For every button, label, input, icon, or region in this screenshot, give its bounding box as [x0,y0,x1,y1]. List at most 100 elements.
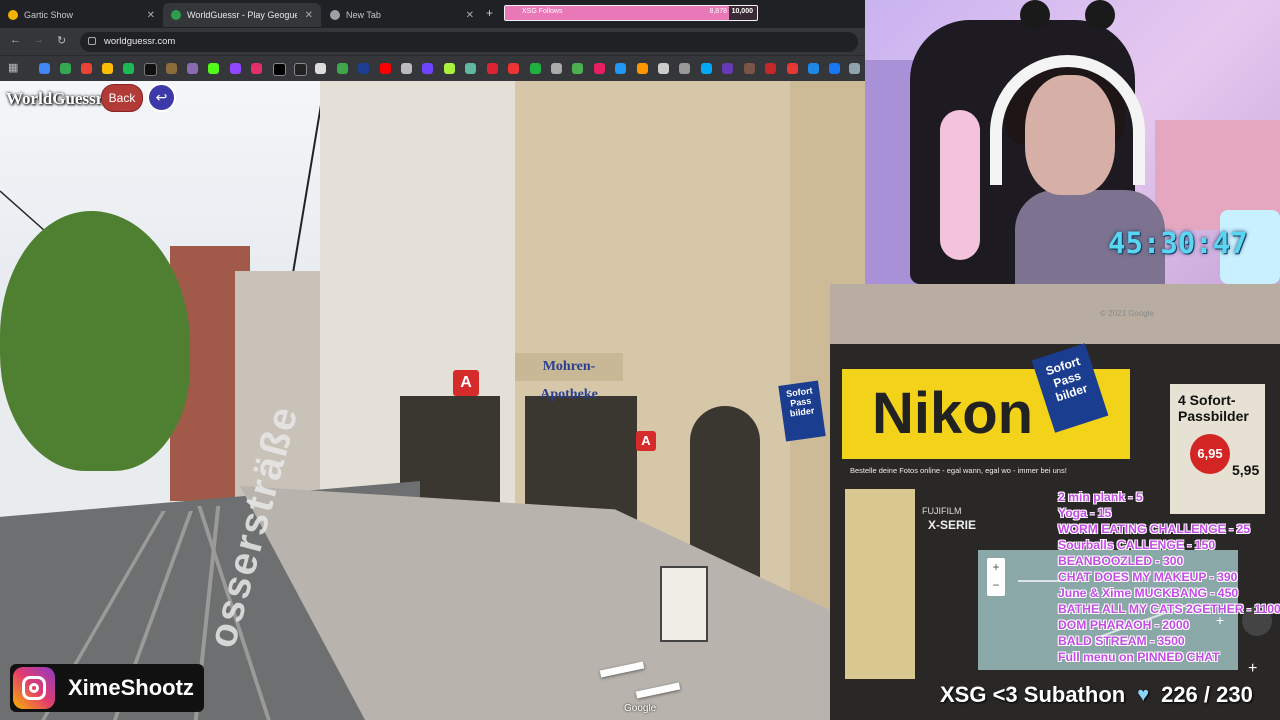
kick-bookmark-icon[interactable] [208,63,219,74]
map-zoom-control[interactable]: + − [987,558,1005,596]
chrome-favicon-icon [330,10,340,20]
tab-worldguessr[interactable]: WorldGuessr - Play Geoguessr F ✕ [163,3,321,27]
bookmark-icon[interactable] [679,63,690,74]
challenge-menu: 2 min plank - 5 Yoga - 15 WORM EATING CH… [1058,489,1280,665]
bookmark-icon[interactable] [572,63,583,74]
bookmark-icon[interactable] [444,63,455,74]
address-bar[interactable]: worldguessr.com [80,32,858,52]
street-view-panorama[interactable]: Mohren-Apotheke A A Sofort Pass bilder o… [0,81,865,720]
bookmark-icon[interactable] [787,63,798,74]
price-badge-2: 5,95 [1232,462,1260,478]
subathon-bar: XSG <3 Subathon ♥ 226 / 230 [940,682,1253,708]
pharmacy-sign: Mohren-Apotheke [515,353,623,402]
bookmark-icon[interactable] [615,63,626,74]
youtube-bookmark-icon[interactable] [380,63,391,74]
bookmark-icon[interactable] [315,63,326,74]
twitch-bookmark-icon[interactable] [230,63,241,74]
bookmark-icon[interactable] [187,63,198,74]
google-watermark: Google [624,703,657,714]
maps-bookmark-icon[interactable] [60,63,71,74]
bookmark-icon[interactable] [422,63,433,74]
menu-item: WORM EATING CHALLENGE - 25 [1058,522,1251,536]
bookmark-icon[interactable] [401,63,412,74]
bookmark-icon[interactable] [337,63,348,74]
cat-ear-right [1085,0,1115,30]
spotify-bookmark-icon[interactable] [123,63,134,74]
bookmark-icon[interactable] [530,63,541,74]
forward-arrow-icon[interactable]: → [33,34,44,46]
copyright-text: © 2023 Google [1100,309,1154,318]
back-arrow-icon[interactable]: ← [10,34,21,46]
store-display-shelf [845,489,915,679]
globe-favicon-icon [171,10,181,20]
bookmark-icon[interactable] [744,63,755,74]
zoom-in-button[interactable]: + [987,558,1005,576]
chair-stripe [940,110,980,260]
apps-grid-icon[interactable]: ▦ [8,61,18,74]
pharmacy-a-icon: A [636,431,656,451]
instagram-bookmark-icon[interactable] [251,63,262,74]
bookmark-icon[interactable] [487,63,498,74]
site-info-icon[interactable] [88,37,96,45]
menu-item: Yoga - 15 [1058,506,1112,520]
fujifilm-label: FUJIFILM [922,506,962,516]
menu-item: BATHE ALL MY CATS 2GETHER - 1100 [1058,602,1280,616]
bookmark-icon[interactable] [508,63,519,74]
tab-title: WorldGuessr - Play Geoguessr F [187,10,297,20]
plus-icon[interactable]: + [486,6,493,20]
follow-goal-target: 10,000 [731,8,753,15]
bookmark-icon[interactable] [465,63,476,74]
bookmark-icon[interactable] [849,63,860,74]
pharmacy-a-icon: A [453,370,479,396]
tab-new-tab[interactable]: New Tab ✕ [322,3,482,27]
menu-item: June & Xime MUCKBANG - 450 [1058,586,1239,600]
price-badge: 6,95 [1190,434,1230,474]
close-icon[interactable]: ✕ [147,10,155,21]
passbilder-sign: Sofort Pass bilder [778,380,826,442]
tiktok-bookmark-icon[interactable] [294,63,307,76]
x-bookmark-icon[interactable] [144,63,157,76]
reload-icon[interactable]: ↻ [57,34,66,47]
bookmark-icon[interactable] [637,63,648,74]
browser-toolbar: ← → ↻ worldguessr.com [0,28,865,55]
back-button[interactable]: Back [101,84,143,112]
google-bookmark-icon[interactable] [39,63,50,74]
subathon-timer: 45:30:47 [1108,226,1248,260]
bookmark-icon[interactable] [701,63,712,74]
follow-goal-current: 8,878 [709,8,727,15]
menu-item: Full menu on PINNED CHAT [1058,650,1220,664]
close-icon[interactable]: ✕ [466,10,474,21]
worldguessr-logo[interactable]: WorldGuessr [6,89,103,109]
instagram-handle: XimeShootz [68,675,194,700]
tab-gartic-show[interactable]: Gartic Show ✕ [0,3,163,27]
bookmark-icon[interactable] [658,63,669,74]
url-text: worldguessr.com [104,36,176,47]
close-icon[interactable]: ✕ [305,10,313,21]
x-serie-label: X-SERIE [928,518,977,532]
bookmark-icon[interactable] [358,63,369,74]
cat-ear-left [1020,0,1050,30]
bookmark-icon[interactable] [808,63,819,74]
bookmark-icon[interactable] [551,63,562,74]
bookmark-icon[interactable] [166,63,177,74]
menu-item: DOM PHARAOH - 2000 [1058,618,1190,632]
instagram-tag: XimeShootz [10,664,204,712]
menu-item: Sourballs CALLENGE - 150 [1058,538,1216,552]
bookmark-icon[interactable] [765,63,776,74]
gmail-bookmark-icon[interactable] [81,63,92,74]
drive-bookmark-icon[interactable] [102,63,113,74]
heart-icon: ♥ [1137,683,1150,706]
return-arrow-icon[interactable]: ↩ [147,83,176,112]
facebook-bookmark-icon[interactable] [829,63,840,74]
menu-item: BEANBOOZLED - 300 [1058,554,1184,568]
zoom-out-button[interactable]: − [987,576,1005,594]
slogan-text: Bestelle deine Fotos online - egal wann,… [850,466,1067,475]
x-bookmark-icon[interactable] [273,63,286,76]
follow-goal-bar: XSG Follows 8,878 10,000 [504,5,758,21]
bookmark-icon[interactable] [594,63,605,74]
bookmark-icon[interactable] [722,63,733,74]
tab-title: Gartic Show [24,10,74,20]
sidewalk-ad-sign [660,566,708,642]
bookmarks-bar: ▦ [0,55,865,82]
instagram-icon [13,667,55,709]
